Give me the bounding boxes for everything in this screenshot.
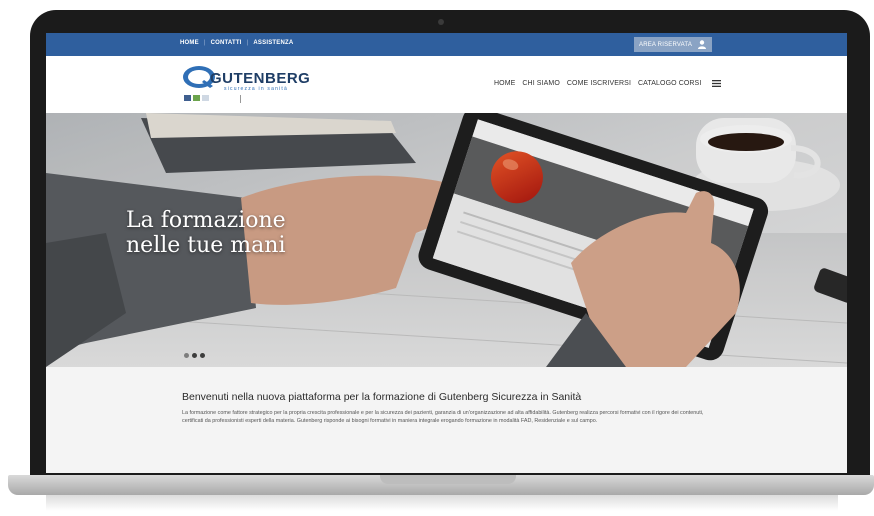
slider-dot-3[interactable]: [200, 353, 205, 358]
website-screen: HOME | CONTATTI | ASSISTENZA AREA RISERV…: [46, 33, 847, 473]
welcome-section: Benvenuti nella nuova piattaforma per la…: [46, 367, 847, 473]
nav-chi-siamo[interactable]: CHI SIAMO: [522, 80, 559, 87]
hamburger-menu-icon[interactable]: [712, 80, 722, 87]
reserved-area-label: AREA RISERVATA: [639, 41, 693, 48]
hero-title-line-2: nelle tue mani: [126, 233, 286, 258]
top-utility-bar: HOME | CONTATTI | ASSISTENZA AREA RISERV…: [46, 33, 847, 56]
main-nav: HOME CHI SIAMO COME ISCRIVERSI CATALOGO …: [494, 80, 722, 87]
hero-title-line-1: La formazione: [126, 208, 286, 233]
slider-dot-2[interactable]: [192, 353, 197, 358]
nav-come-iscriversi[interactable]: COME ISCRIVERSI: [567, 80, 631, 87]
user-icon: [698, 40, 706, 49]
intro-paragraph: La formazione come fattore strategico pe…: [182, 410, 704, 424]
logo-tagline: sicurezza in sanità: [224, 86, 288, 92]
site-header: GUTENBERG sicurezza in sanità HOME CHI S…: [46, 56, 847, 113]
nav-catalogo-corsi[interactable]: CATALOGO CORSI: [638, 80, 701, 87]
welcome-heading: Benvenuti nella nuova piattaforma per la…: [182, 391, 582, 403]
slider-dot-1[interactable]: [184, 353, 189, 358]
nav-home[interactable]: HOME: [494, 80, 515, 87]
top-nav-contatti[interactable]: CONTATTI: [211, 40, 242, 46]
logo-name: GUTENBERG: [210, 70, 311, 87]
top-nav-home[interactable]: HOME: [180, 40, 199, 46]
slider-dots: [184, 353, 205, 358]
top-nav: HOME | CONTATTI | ASSISTENZA: [180, 40, 294, 46]
camera-dot: [438, 19, 444, 25]
reserved-area-button[interactable]: AREA RISERVATA: [634, 37, 712, 52]
laptop-notch: [380, 475, 516, 484]
laptop-shadow: [46, 495, 838, 511]
top-nav-assistenza[interactable]: ASSISTENZA: [253, 40, 293, 46]
hero-title: La formazione nelle tue mani: [126, 208, 286, 258]
hero-slider: La formazione nelle tue mani: [46, 113, 847, 367]
gutenberg-logo[interactable]: GUTENBERG sicurezza in sanità: [180, 62, 310, 106]
